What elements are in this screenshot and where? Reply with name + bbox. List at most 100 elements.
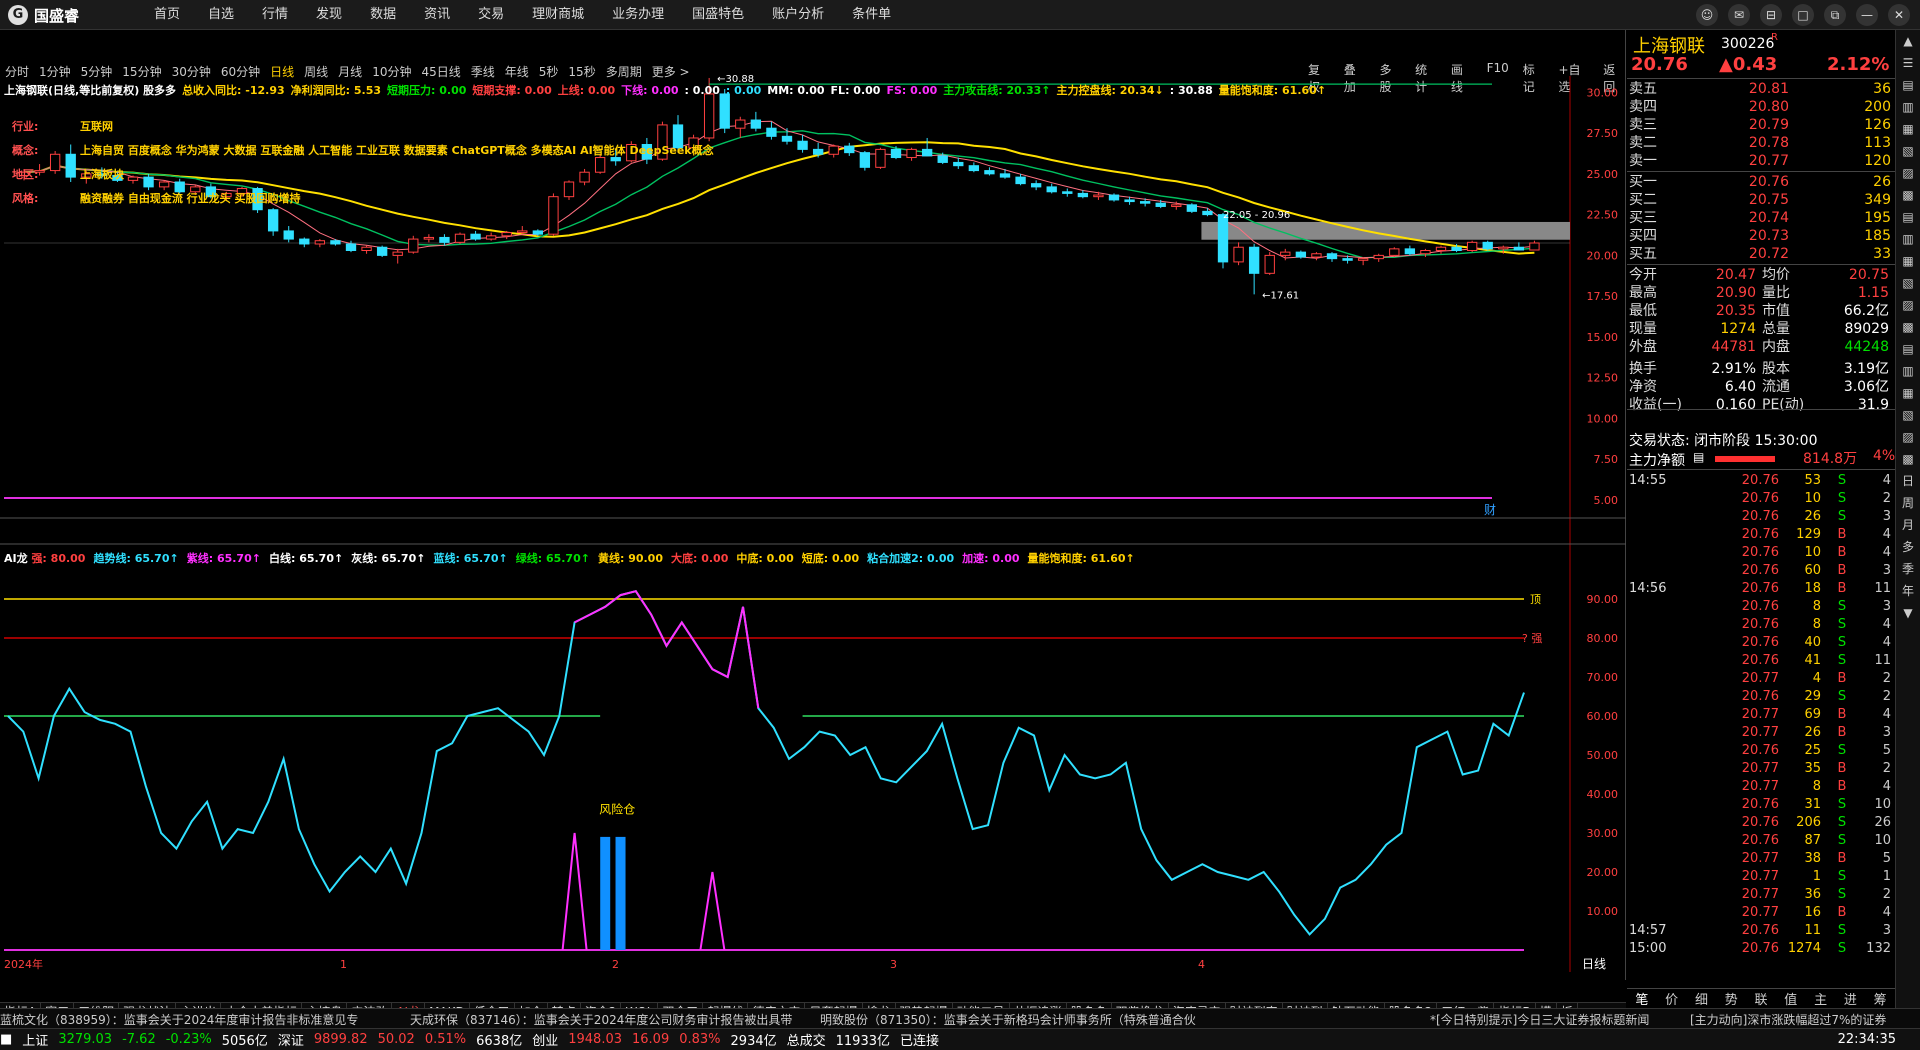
quote-change: ▲0.43: [1719, 54, 1778, 75]
stat-label: 均价: [1762, 267, 1790, 283]
side-tool-icon[interactable]: 季: [1896, 558, 1920, 580]
detail-tab[interactable]: 进: [1835, 989, 1865, 1008]
nav-item[interactable]: 理财商城: [518, 0, 598, 30]
status-value: 0.83%: [679, 1032, 721, 1047]
detail-tab[interactable]: 筹: [1865, 989, 1895, 1008]
tick-row: 20.77 35 B 2: [1627, 760, 1895, 778]
app-logo[interactable]: G 国盛睿: [8, 5, 79, 25]
order-volume: 36: [1873, 81, 1891, 97]
stat-label: 现量: [1629, 321, 1657, 337]
order-price: 20.80: [1748, 99, 1789, 115]
side-tool-icon[interactable]: ▦: [1896, 118, 1920, 140]
stat-row: PE(动) 31.9: [1760, 396, 1893, 414]
side-tool-icon[interactable]: 年: [1896, 580, 1920, 602]
nav-item[interactable]: 首页: [140, 0, 194, 30]
side-tool-icon[interactable]: 月: [1896, 514, 1920, 536]
tick-count: 3: [1882, 509, 1891, 524]
nav-item[interactable]: 国盛特色: [678, 0, 758, 30]
candle-body: [890, 148, 902, 159]
news-item[interactable]: *[今日特别提示]今日三大证券报标题新闻: [1430, 1011, 1649, 1028]
side-tool-icon[interactable]: ▨: [1896, 162, 1920, 184]
kline-chart[interactable]: 30.0027.5025.0022.5020.0017.5015.0012.50…: [0, 30, 1626, 972]
tick-time: 14:56: [1629, 581, 1667, 596]
tick-side: B: [1837, 671, 1847, 686]
tick-side: S: [1837, 887, 1847, 902]
news-item[interactable]: 明致股份（871350）：监事会关于新格玛会计师事务所（特殊普通合伙: [820, 1011, 1196, 1028]
detail-tab[interactable]: 价: [1657, 989, 1687, 1008]
stat-value: 1.15: [1857, 285, 1889, 301]
side-tool-icon[interactable]: ▦: [1896, 250, 1920, 272]
nav-item[interactable]: 自选: [194, 0, 248, 30]
side-tool-icon[interactable]: ▥: [1896, 96, 1920, 118]
nav-item[interactable]: 条件单: [838, 0, 905, 30]
detail-tab[interactable]: 值: [1776, 989, 1806, 1008]
side-tool-icon[interactable]: ▩: [1896, 316, 1920, 338]
side-tool-icon[interactable]: ▨: [1896, 426, 1920, 448]
side-tool-icon[interactable]: 周: [1896, 492, 1920, 514]
side-tool-icon[interactable]: ▩: [1896, 184, 1920, 206]
top-bar: G 国盛睿 首页 自选 行情 发现 数据 资讯 交易 理财商城 业务办理 国盛特色 账户分析 条件单 …: [0, 0, 1920, 30]
side-tool-icon[interactable]: ▧: [1896, 140, 1920, 162]
tick-count: 1: [1882, 869, 1891, 884]
detail-tab[interactable]: 联: [1746, 989, 1776, 1008]
nav-item[interactable]: 发现: [302, 0, 356, 30]
detail-tab[interactable]: 势: [1716, 989, 1746, 1008]
box-icon[interactable]: □: [1792, 4, 1814, 26]
tick-row: 20.77 16 B 4: [1627, 904, 1895, 922]
side-tool-icon[interactable]: 日: [1896, 470, 1920, 492]
indicator-value: : 0.00: [725, 84, 762, 97]
side-tool-icon[interactable]: ▤: [1896, 74, 1920, 96]
info-row: 风格: 融资融券 自由现金流 行业龙头 买股回购增持: [12, 190, 301, 206]
nav-item[interactable]: 账户分析: [758, 0, 838, 30]
side-tool-icon[interactable]: 多: [1896, 536, 1920, 558]
side-tool-icon[interactable]: ▧: [1896, 272, 1920, 294]
indicator-value: 粘合加速2: 0.00: [867, 552, 955, 565]
stat-value: 0.160: [1715, 397, 1756, 413]
side-tool-icon[interactable]: ▥: [1896, 228, 1920, 250]
news-item[interactable]: [主力动向]深市涨跌幅超过7%的证券: [1690, 1011, 1886, 1028]
restore-icon[interactable]: ⧉: [1824, 4, 1846, 26]
tick-count: 11: [1874, 581, 1891, 596]
info-key: 行业:: [12, 120, 39, 133]
mail-icon[interactable]: ✉: [1728, 4, 1750, 26]
minus-box-icon[interactable]: ⊟: [1760, 4, 1782, 26]
detail-tab[interactable]: 笔: [1627, 989, 1657, 1008]
stat-label: 今开: [1629, 267, 1657, 283]
nav-item[interactable]: 资讯: [410, 0, 464, 30]
side-tool-icon[interactable]: ▤: [1896, 206, 1920, 228]
candle-body: [345, 243, 357, 251]
close-icon[interactable]: ✕: [1888, 4, 1910, 26]
side-tool-icon[interactable]: ▤: [1896, 338, 1920, 360]
side-tool-icon[interactable]: ▦: [1896, 382, 1920, 404]
news-item[interactable]: 蓝梳文化（838959）：监事会关于2024年度审计报告非标准意见专: [0, 1011, 358, 1028]
stat-row: 今开 20.47: [1627, 266, 1760, 284]
candle-body: [1093, 194, 1104, 198]
candle-body: [376, 246, 388, 256]
side-tool-icon[interactable]: ▥: [1896, 360, 1920, 382]
detail-tab[interactable]: 细: [1687, 989, 1717, 1008]
detail-tab[interactable]: 主: [1806, 989, 1836, 1008]
side-tool-icon[interactable]: ▧: [1896, 404, 1920, 426]
side-tool-icon[interactable]: ▲: [1896, 30, 1920, 52]
tick-row: 20.77 8 B 4: [1627, 778, 1895, 796]
side-tool-icon[interactable]: ▩: [1896, 448, 1920, 470]
nav-item[interactable]: 数据: [356, 0, 410, 30]
low-annotation: ←17.61: [1262, 290, 1299, 301]
order-price: 20.73: [1748, 228, 1789, 244]
tick-price: 20.76: [1741, 599, 1779, 614]
minimize-icon[interactable]: —: [1856, 4, 1878, 26]
candle-body: [766, 127, 777, 137]
nav-item[interactable]: 交易: [464, 0, 518, 30]
order-price: 20.79: [1748, 117, 1789, 133]
order-volume: 33: [1873, 246, 1891, 262]
info-value: 融资融券 自由现金流 行业龙头 买股回购增持: [80, 192, 301, 205]
side-tool-icon[interactable]: ▼: [1896, 602, 1920, 624]
nav-item[interactable]: 行情: [248, 0, 302, 30]
nav-item[interactable]: 业务办理: [598, 0, 678, 30]
news-item[interactable]: 天成环保（837146）：监事会关于2024年度公司财务审计报告被出具带: [410, 1011, 792, 1028]
chat-icon[interactable]: ☺: [1696, 4, 1718, 26]
tick-price: 20.76: [1741, 527, 1779, 542]
status-value: 上证: [22, 1034, 49, 1049]
side-tool-icon[interactable]: ▨: [1896, 294, 1920, 316]
side-tool-icon[interactable]: ☰: [1896, 52, 1920, 74]
